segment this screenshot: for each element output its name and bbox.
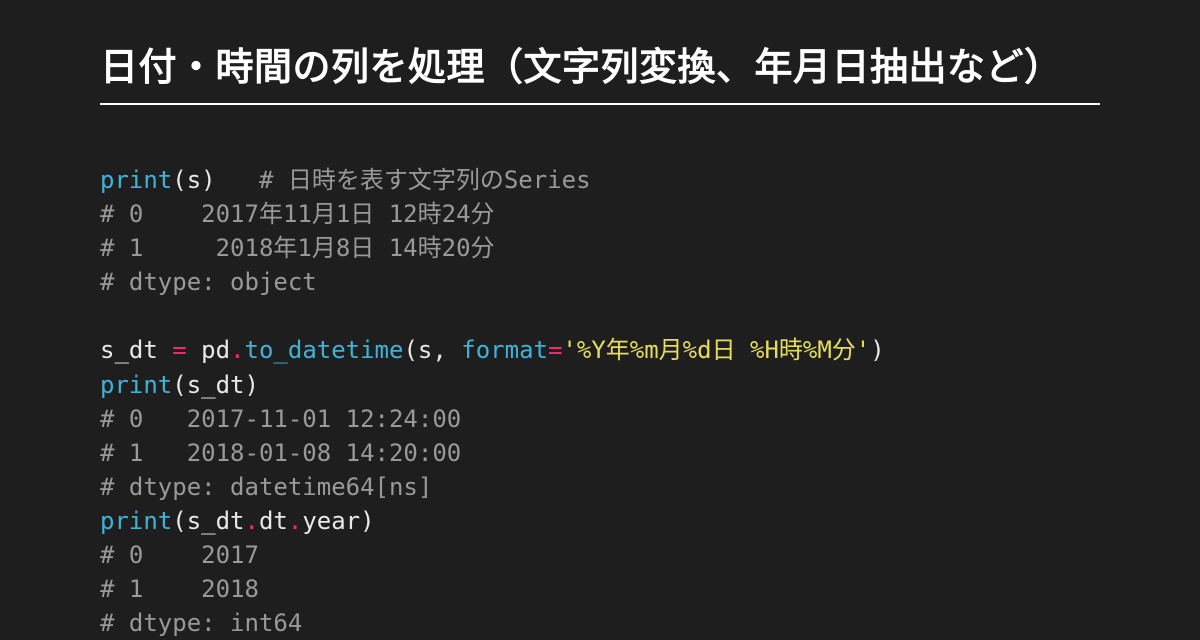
string: '%Y年%m月%d日 %H時%M分' (562, 336, 870, 364)
code-line: # 1 2018-01-08 14:20:00 (100, 439, 461, 467)
code-line: # dtype: datetime64[ns] (100, 473, 432, 501)
paren: (s_dt (172, 507, 244, 535)
code-line: # 0 2017-11-01 12:24:00 (100, 405, 461, 433)
var: s_dt (100, 336, 172, 364)
fn-print: print (100, 371, 172, 399)
code-line: # 0 2017年11月1日 12時24分 (100, 200, 495, 228)
paren: ) (360, 507, 374, 535)
op-eq: = (548, 336, 562, 364)
attr: dt (259, 507, 288, 535)
op-eq: = (172, 336, 186, 364)
code-line: # 0 2017 (100, 541, 259, 569)
attr: year (302, 507, 360, 535)
dot: . (288, 507, 302, 535)
code-block: print(s) # 日時を表す文字列のSeries # 0 2017年11月1… (100, 129, 1100, 640)
dot: . (230, 336, 244, 364)
fn-print: print (100, 507, 172, 535)
fn-print: print (100, 166, 172, 194)
paren: (s, (403, 336, 461, 364)
paren: (s_dt) (172, 371, 259, 399)
paren: ) (870, 336, 884, 364)
code-line: print(s_dt.dt.year) (100, 507, 375, 535)
code-line: print(s) # 日時を表す文字列のSeries (100, 166, 591, 194)
code-line: # 1 2018 (100, 575, 259, 603)
code-line: # dtype: object (100, 268, 317, 296)
code-line: # 1 2018年1月8日 14時20分 (100, 234, 495, 262)
code-line: # dtype: int64 (100, 609, 302, 637)
document-container: 日付・時間の列を処理（文字列変換、年月日抽出など） print(s) # 日時を… (0, 0, 1200, 640)
mod: pd (187, 336, 230, 364)
dot: . (245, 507, 259, 535)
code-line: s_dt = pd.to_datetime(s, format='%Y年%m月%… (100, 336, 885, 364)
kw-format: format (461, 336, 548, 364)
fn-to-datetime: to_datetime (245, 336, 404, 364)
paren: (s) (172, 166, 259, 194)
code-line: print(s_dt) (100, 371, 259, 399)
page-title: 日付・時間の列を処理（文字列変換、年月日抽出など） (100, 36, 1100, 105)
comment: # 日時を表す文字列のSeries (259, 166, 591, 194)
